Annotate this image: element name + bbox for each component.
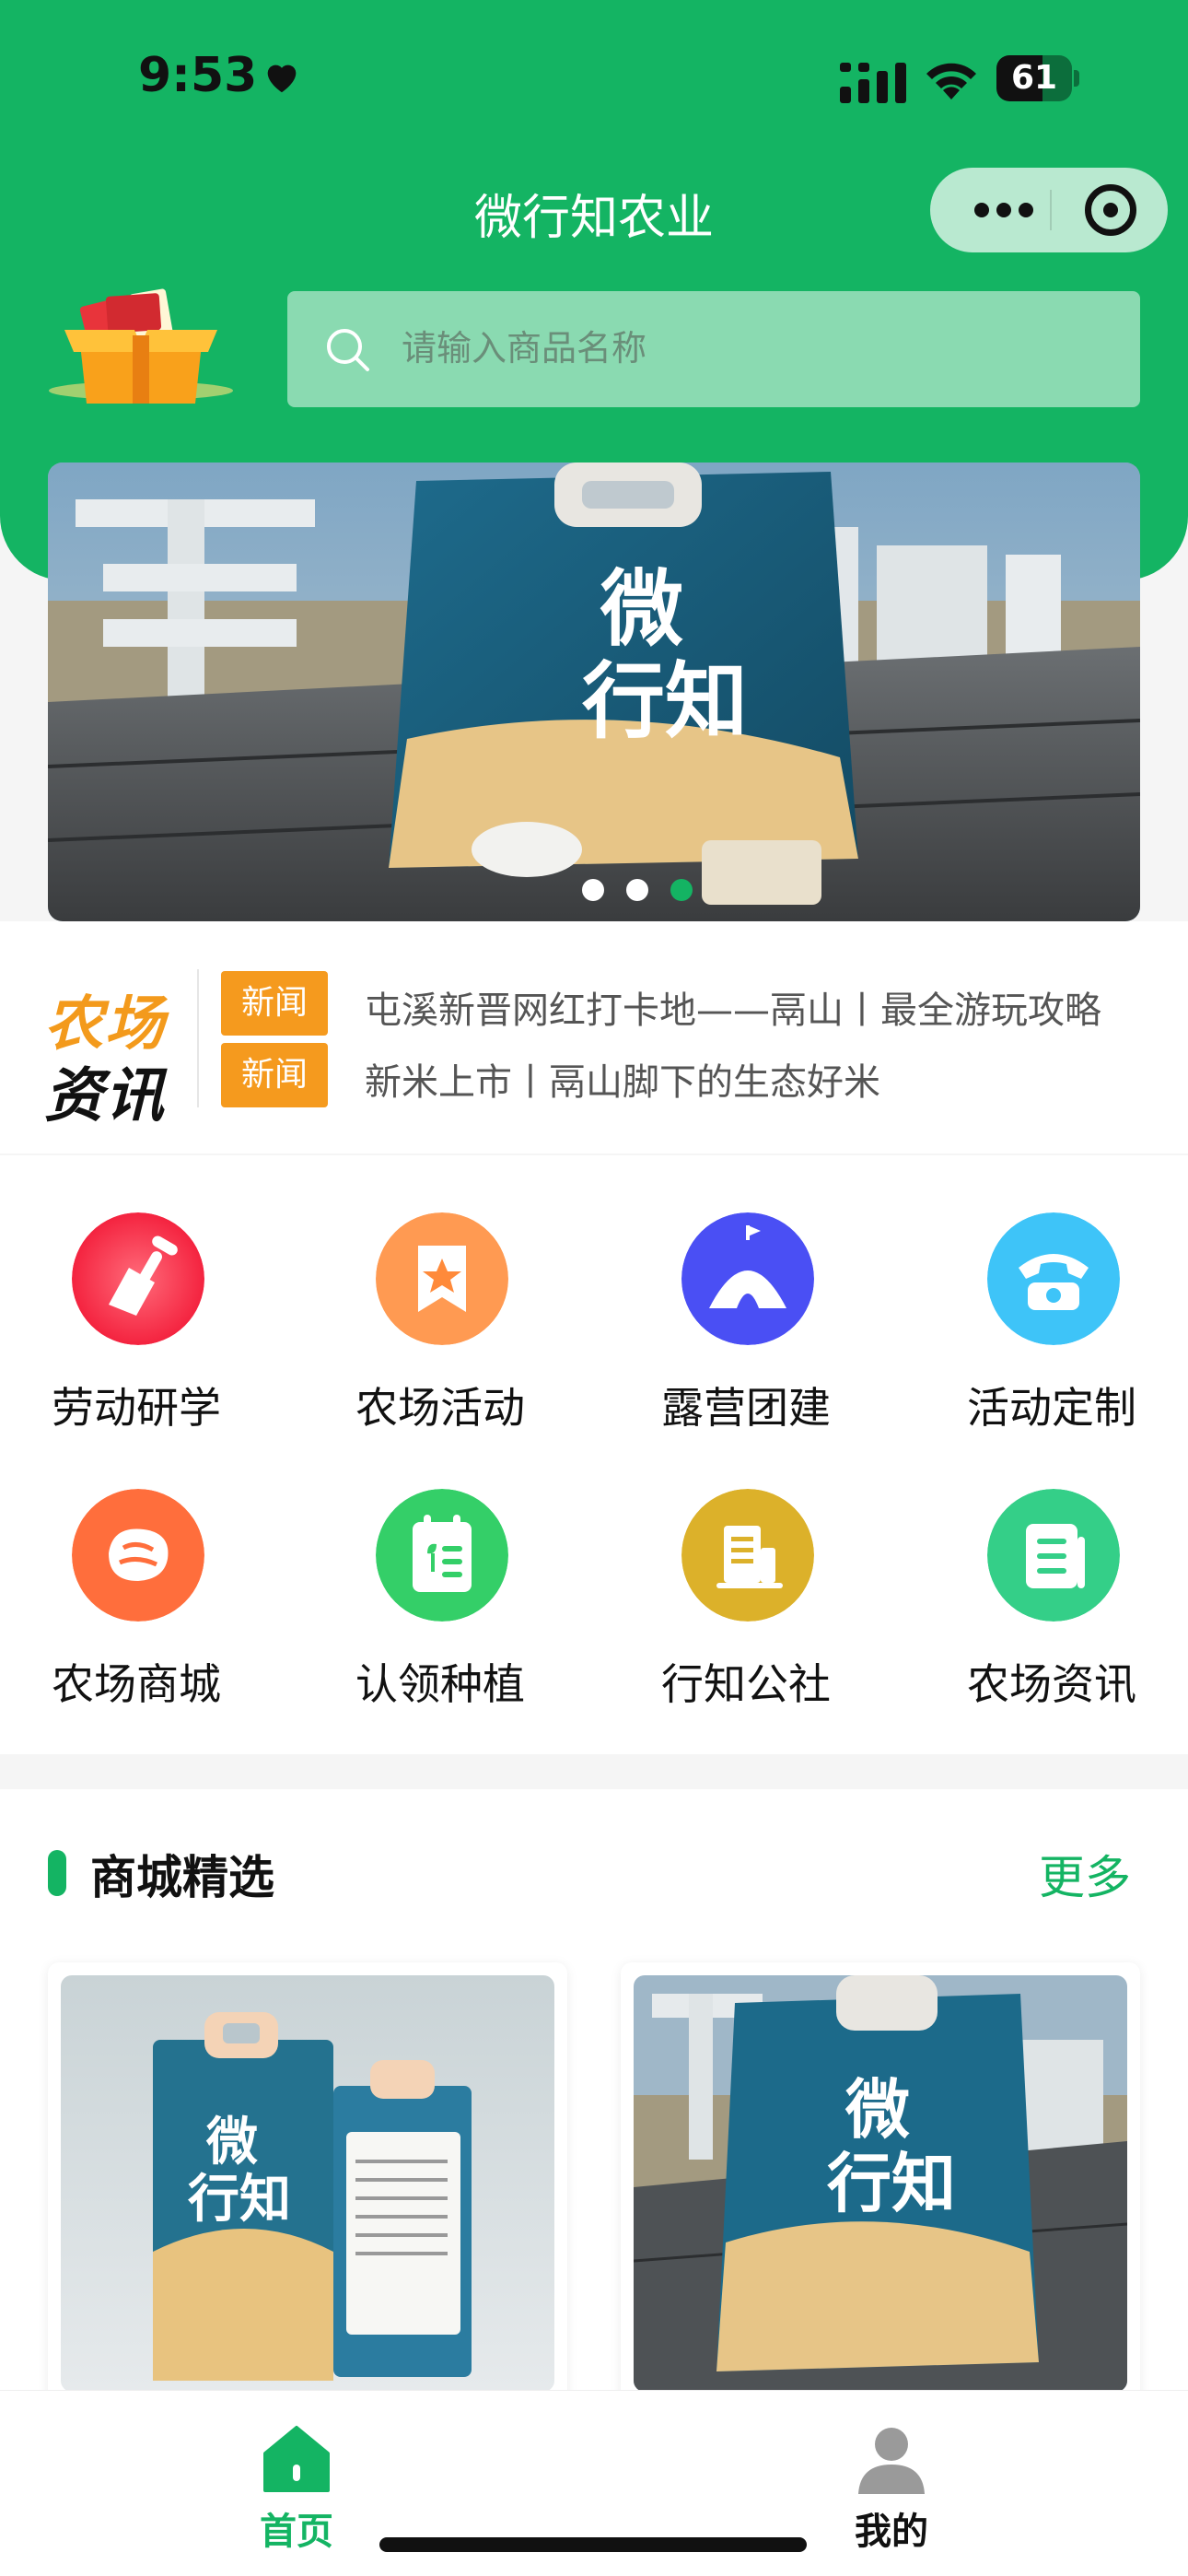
title-bar: 微行知农业 (0, 166, 1188, 258)
bread-icon (72, 1489, 204, 1622)
farm-news-ticker: 农场 资讯 新闻 屯溪新晋网红打卡地——鬲山丨最全游玩攻略 新闻 新米上市丨鬲山… (0, 921, 1188, 1153)
battery-percent: 61 (1010, 59, 1058, 97)
svg-text:微: 微 (205, 2113, 258, 2172)
section-accent-bar (48, 1850, 66, 1896)
tab-home[interactable]: 首页 (195, 2409, 398, 2553)
news-item[interactable]: 新闻 新米上市丨鬲山脚下的生态好米 (221, 1043, 1160, 1111)
menu-item-farm-mall[interactable]: 农场商城 (17, 1489, 256, 1728)
feature-menu-grid: 劳动研学 农场活动 露营团建 活动定制 农场商城 认领种植 行知公社 农场资讯 (0, 1155, 1188, 1754)
banner-image: 微 行知 (48, 463, 1140, 921)
menu-label: 露营团建 (661, 1383, 831, 1433)
carousel-dot[interactable] (582, 879, 604, 901)
menu-item-farm-activity[interactable]: 农场活动 (320, 1212, 560, 1452)
plant-list-icon (376, 1489, 508, 1622)
wifi-icon (926, 63, 976, 100)
product-image: 微 行知 (61, 1975, 554, 2392)
tent-icon (681, 1212, 814, 1345)
gift-box-icon[interactable] (42, 282, 239, 411)
menu-label: 行知公社 (661, 1659, 831, 1709)
status-time: 9:53 (138, 48, 258, 103)
home-indicator (379, 2537, 807, 2552)
news-item[interactable]: 新闻 屯溪新晋网红打卡地——鬲山丨最全游玩攻略 (221, 971, 1160, 1039)
product-card[interactable]: 微 行知 (621, 1962, 1140, 2405)
menu-item-commune[interactable]: 行知公社 (626, 1489, 866, 1728)
heart-icon (267, 64, 297, 93)
target-icon[interactable] (1085, 184, 1136, 236)
user-icon (858, 2428, 925, 2494)
menu-label: 劳动研学 (52, 1383, 221, 1433)
status-bar: 9:53 61 (0, 0, 1188, 157)
telephone-icon (987, 1212, 1120, 1345)
menu-item-custom-activity[interactable]: 活动定制 (932, 1212, 1171, 1452)
tab-mine[interactable]: 我的 (790, 2409, 993, 2553)
section-title: 商城精选 (90, 1851, 274, 1904)
carousel-dots (582, 875, 693, 903)
mini-program-capsule (930, 168, 1168, 252)
svg-text:行知: 行知 (827, 2146, 956, 2221)
search-icon (327, 329, 369, 371)
svg-text:行知: 行知 (582, 653, 748, 750)
menu-label: 农场商城 (52, 1659, 221, 1709)
capsule-divider (1050, 190, 1052, 230)
tab-label: 我的 (855, 2511, 928, 2553)
product-image: 微 行知 (634, 1975, 1127, 2392)
news-tag: 新闻 (221, 1043, 328, 1107)
menu-item-camping[interactable]: 露营团建 (626, 1212, 866, 1452)
menu-item-farm-news[interactable]: 农场资讯 (932, 1489, 1171, 1728)
home-icon (263, 2426, 330, 2492)
star-bookmark-icon (376, 1212, 508, 1345)
document-icon (987, 1489, 1120, 1622)
farm-news-logo: 农场 资讯 (44, 990, 166, 1130)
carousel-dot[interactable] (626, 879, 648, 901)
more-link[interactable]: 更多 (1039, 1841, 1131, 1907)
svg-text:行知: 行知 (188, 2170, 291, 2230)
battery-indicator: 61 (996, 55, 1079, 101)
menu-item-labor-study[interactable]: 劳动研学 (17, 1212, 256, 1452)
menu-label: 农场活动 (355, 1383, 525, 1433)
svg-text:微: 微 (600, 561, 683, 658)
svg-text:微: 微 (844, 2072, 910, 2148)
menu-item-claim-planting[interactable]: 认领种植 (320, 1489, 560, 1728)
more-dots-icon[interactable] (967, 193, 1041, 227)
banner-carousel[interactable]: 微 行知 (48, 463, 1140, 921)
menu-label: 认领种植 (355, 1659, 525, 1709)
tab-label: 首页 (260, 2511, 333, 2553)
menu-label: 农场资讯 (967, 1659, 1136, 1709)
news-title[interactable]: 新米上市丨鬲山脚下的生态好米 (365, 1052, 1138, 1106)
signal-icon (840, 63, 906, 103)
product-card[interactable]: 微 行知 (48, 1962, 567, 2405)
search-bar[interactable] (287, 291, 1140, 407)
news-tag: 新闻 (221, 971, 328, 1036)
search-input[interactable] (402, 321, 1101, 376)
building-icon (681, 1489, 814, 1622)
menu-label: 活动定制 (967, 1383, 1136, 1433)
carousel-dot-active[interactable] (670, 879, 693, 901)
shovel-icon (72, 1212, 204, 1345)
news-divider (197, 969, 199, 1107)
news-title[interactable]: 屯溪新晋网红打卡地——鬲山丨最全游玩攻略 (365, 980, 1138, 1034)
